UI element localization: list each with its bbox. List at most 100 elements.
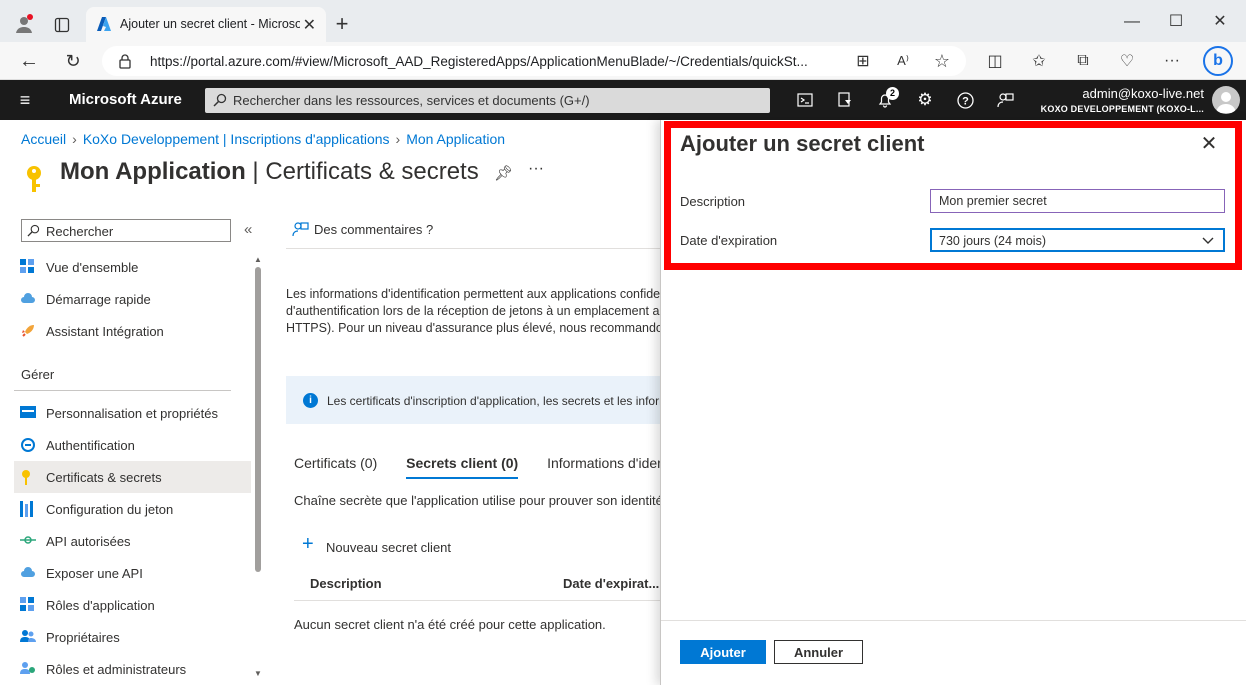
info-banner: i Les certificats d'inscription d'applic… bbox=[286, 376, 660, 424]
grid-icon bbox=[20, 259, 36, 275]
expiration-dropdown[interactable]: 730 jours (24 mois) bbox=[930, 228, 1225, 252]
maximize-icon[interactable]: ☐ bbox=[1164, 9, 1188, 33]
sidebar-item-integration-assistant[interactable]: Assistant Intégration bbox=[14, 315, 251, 347]
url-field[interactable]: https://portal.azure.com/#view/Microsoft… bbox=[102, 46, 966, 76]
page-title: Mon Application | Certificats & secrets bbox=[60, 158, 479, 186]
panel-close-icon[interactable]: ✕ bbox=[1199, 134, 1219, 154]
profile-icon[interactable] bbox=[12, 12, 36, 36]
bing-chat-icon[interactable]: b bbox=[1203, 46, 1233, 76]
sidebar-item-branding[interactable]: Personnalisation et propriétés bbox=[14, 397, 251, 429]
collapse-sidebar-icon[interactable]: « bbox=[244, 221, 252, 238]
tab-federated-credentials[interactable]: Informations d'identification fédérées (… bbox=[547, 455, 660, 471]
divider bbox=[286, 248, 660, 249]
sidebar-item-owners[interactable]: Propriétaires bbox=[14, 621, 251, 653]
sidebar-item-label: Certificats & secrets bbox=[46, 469, 162, 485]
tab-title: Ajouter un secret client - Microsoft Azu… bbox=[120, 17, 300, 31]
sidebar-item-label: Authentification bbox=[46, 437, 135, 453]
azure-brand[interactable]: Microsoft Azure bbox=[69, 91, 182, 108]
tab-certificates[interactable]: Certificats (0) bbox=[294, 455, 377, 471]
split-screen-icon[interactable]: ◫ bbox=[983, 49, 1007, 73]
sidebar-nav: Vue d'ensemble Démarrage rapide Assistan… bbox=[14, 253, 251, 685]
sidebar-item-expose-api[interactable]: Exposer une API bbox=[14, 557, 251, 589]
account-info[interactable]: admin@koxo-live.net KOXO DEVELOPPEMENT (… bbox=[1041, 86, 1204, 114]
app-roles-icon bbox=[20, 597, 36, 613]
settings-gear-icon[interactable]: ⚙ bbox=[913, 88, 937, 112]
panel-footer-divider bbox=[661, 620, 1246, 621]
scroll-up-icon[interactable]: ▲ bbox=[254, 255, 262, 264]
new-tab-icon[interactable]: + bbox=[330, 11, 354, 36]
directory-filter-icon[interactable] bbox=[833, 88, 857, 112]
sidebar-item-label: Rôles d'application bbox=[46, 597, 155, 613]
column-header-expiration[interactable]: Date d'expirat... bbox=[563, 576, 659, 591]
azure-top-bar: ≡ Microsoft Azure Rechercher dans les re… bbox=[0, 80, 1246, 120]
key-icon bbox=[20, 469, 36, 485]
tab-actions-icon[interactable] bbox=[50, 13, 74, 37]
sidebar-item-label: Personnalisation et propriétés bbox=[46, 405, 218, 421]
read-aloud-icon[interactable]: A⁾ bbox=[891, 49, 915, 73]
new-client-secret-button[interactable]: + Nouveau secret client bbox=[302, 533, 451, 555]
client-secret-description: Chaîne secrète que l'application utilise… bbox=[294, 493, 660, 508]
refresh-icon[interactable]: ↻ bbox=[61, 49, 85, 73]
favorites-icon[interactable]: ✩ bbox=[1027, 49, 1051, 73]
user-tenant: KOXO DEVELOPPEMENT (KOXO-L... bbox=[1040, 104, 1204, 114]
sidebar-item-roles-admins[interactable]: Rôles et administrateurs bbox=[14, 653, 251, 685]
scroll-down-icon[interactable]: ▼ bbox=[254, 669, 262, 678]
description-input[interactable] bbox=[930, 189, 1225, 213]
sidebar-search-placeholder: Rechercher bbox=[46, 224, 114, 239]
feedback-icon[interactable] bbox=[993, 88, 1017, 112]
more-actions-icon[interactable]: ··· bbox=[528, 160, 544, 178]
feedback-button[interactable]: Des commentaires ? bbox=[292, 222, 433, 237]
scrollbar-thumb[interactable] bbox=[255, 267, 261, 572]
breadcrumb: Accueil › KoXo Developpement | Inscription… bbox=[21, 131, 505, 147]
info-icon: i bbox=[303, 393, 318, 408]
help-icon[interactable]: ? bbox=[953, 88, 977, 112]
hamburger-menu-icon[interactable]: ≡ bbox=[13, 88, 37, 112]
breadcrumb-home[interactable]: Accueil bbox=[21, 131, 66, 147]
breadcrumb-my-application[interactable]: Mon Application bbox=[406, 131, 505, 147]
browser-tab[interactable]: Ajouter un secret client - Microsoft Azu… bbox=[86, 7, 326, 42]
more-options-icon[interactable]: ··· bbox=[1160, 49, 1184, 73]
global-search-placeholder: Rechercher dans les ressources, services… bbox=[233, 93, 590, 108]
sidebar-item-label: Rôles et administrateurs bbox=[46, 661, 187, 677]
add-button[interactable]: Ajouter bbox=[680, 640, 766, 664]
close-window-icon[interactable]: ✕ bbox=[1208, 9, 1232, 33]
global-search-input[interactable]: Rechercher dans les ressources, services… bbox=[205, 88, 770, 113]
sidebar-item-overview[interactable]: Vue d'ensemble bbox=[14, 251, 251, 283]
pin-icon[interactable]: 📌︎ bbox=[494, 164, 513, 182]
sidebar-group-manage: Gérer bbox=[14, 353, 231, 391]
cancel-button[interactable]: Annuler bbox=[774, 640, 863, 664]
back-icon[interactable]: ← bbox=[17, 49, 41, 73]
sidebar-item-certificates-secrets[interactable]: Certificats & secrets bbox=[14, 461, 251, 493]
sidebar-item-api-permissions[interactable]: API autorisées bbox=[14, 525, 251, 557]
sidebar-scrollbar[interactable]: ▲ ▼ bbox=[254, 255, 262, 680]
close-tab-icon[interactable]: ✕ bbox=[303, 15, 316, 35]
column-header-description[interactable]: Description bbox=[310, 576, 382, 591]
chevron-down-icon bbox=[1201, 233, 1215, 247]
sidebar-item-token-configuration[interactable]: Configuration du jeton bbox=[14, 493, 251, 525]
description-paragraph-clip: Les informations d'identification permet… bbox=[286, 286, 660, 338]
info-banner-text: Les certificats d'inscription d'applicat… bbox=[327, 394, 660, 408]
browser-address-bar: ← ↻ https://portal.azure.com/#view/Micro… bbox=[0, 42, 1246, 80]
sidebar-item-label: API autorisées bbox=[46, 533, 131, 549]
sidebar-item-label: Propriétaires bbox=[46, 629, 120, 645]
collections-icon[interactable]: ⧉ bbox=[1071, 49, 1095, 73]
sidebar-search-input[interactable]: Rechercher bbox=[21, 219, 231, 242]
cloud-api-icon bbox=[20, 565, 36, 581]
secrets-table-header: Description Date d'expirat... bbox=[294, 573, 660, 601]
tab-client-secrets[interactable]: Secrets client (0) bbox=[406, 455, 518, 471]
page-title-app: Mon Application bbox=[60, 158, 246, 185]
minimize-icon[interactable]: — bbox=[1120, 10, 1144, 34]
cloud-shell-icon[interactable] bbox=[793, 88, 817, 112]
avatar[interactable] bbox=[1212, 86, 1240, 114]
empty-state-text: Aucun secret client n'a été créé pour ce… bbox=[294, 617, 606, 632]
sidebar-item-quickstart[interactable]: Démarrage rapide bbox=[14, 283, 251, 315]
sidebar-item-authentication[interactable]: Authentification bbox=[14, 429, 251, 461]
notification-badge: 2 bbox=[886, 87, 899, 100]
breadcrumb-app-registrations[interactable]: KoXo Developpement | Inscriptions d'appl… bbox=[83, 131, 390, 147]
app-available-icon[interactable]: ⊞ bbox=[851, 49, 875, 73]
favorite-star-icon[interactable]: ☆ bbox=[930, 49, 954, 73]
roles-admins-icon bbox=[20, 661, 36, 677]
sidebar-item-app-roles[interactable]: Rôles d'application bbox=[14, 589, 251, 621]
sidebar-item-label: Configuration du jeton bbox=[46, 501, 174, 517]
browser-essentials-icon[interactable]: ♡ bbox=[1115, 49, 1139, 73]
